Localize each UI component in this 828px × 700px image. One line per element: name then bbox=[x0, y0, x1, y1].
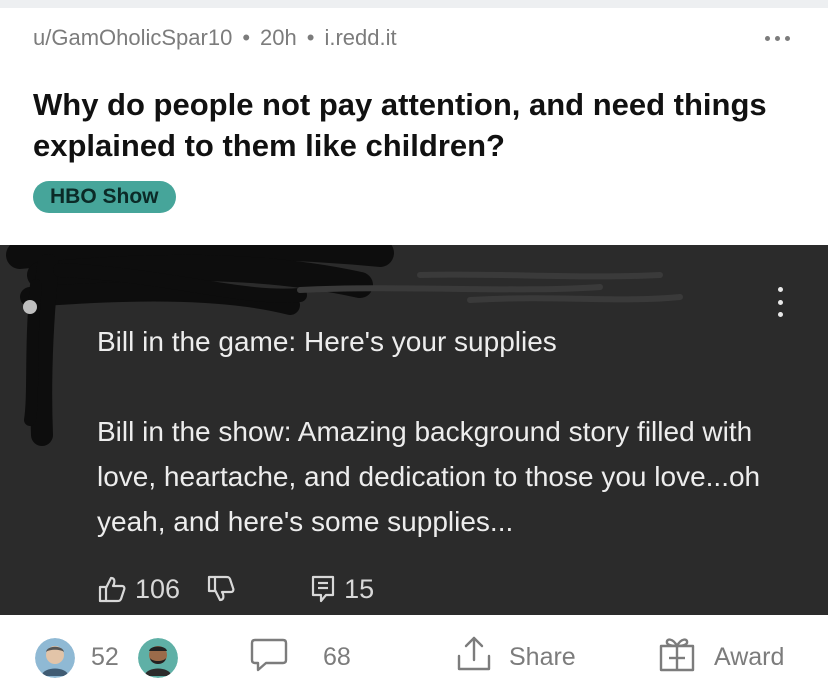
kebab-icon bbox=[776, 287, 784, 317]
top-strip bbox=[0, 0, 828, 8]
award-label: Award bbox=[714, 643, 785, 671]
like-count: 106 bbox=[135, 573, 181, 604]
action-bar: 52 68 Share Award bbox=[0, 615, 828, 700]
comment-count: 68 bbox=[323, 643, 351, 671]
comments-button[interactable] bbox=[249, 615, 289, 700]
upvote-button[interactable] bbox=[35, 615, 75, 700]
flair-badge[interactable]: HBO Show bbox=[33, 181, 176, 213]
reply-count: 15 bbox=[344, 573, 375, 604]
comment-icon bbox=[249, 634, 289, 681]
vote-count: 52 bbox=[91, 643, 119, 671]
reply-icon bbox=[310, 574, 336, 604]
comment-text: Bill in the game: Here's your supplies B… bbox=[97, 326, 761, 537]
share-label: Share bbox=[509, 643, 576, 671]
award-icon bbox=[658, 634, 696, 681]
more-options-icon[interactable] bbox=[760, 26, 794, 50]
thumbs-down-icon bbox=[206, 574, 236, 604]
post-image[interactable]: Bill in the game: Here's your supplies B… bbox=[0, 245, 828, 615]
share-icon bbox=[455, 634, 493, 681]
post-meta: u/GamOholicSpar10 • 20h • i.redd.it bbox=[33, 22, 397, 54]
post-title[interactable]: Why do people not pay attention, and nee… bbox=[33, 84, 793, 166]
upvote-avatar-icon bbox=[35, 637, 75, 678]
downvote-button[interactable] bbox=[138, 615, 178, 700]
meta-separator: • bbox=[306, 25, 315, 50]
domain-link[interactable]: i.redd.it bbox=[324, 25, 396, 51]
author-link[interactable]: u/GamOholicSpar10 bbox=[33, 25, 232, 51]
award-button[interactable]: Award bbox=[658, 615, 784, 700]
post-age: 20h bbox=[260, 25, 297, 50]
comment-actions: 106 15 bbox=[97, 571, 374, 607]
meta-separator: • bbox=[242, 25, 251, 50]
thumbs-up-icon bbox=[97, 574, 127, 604]
downvote-avatar-icon bbox=[138, 637, 178, 678]
share-button[interactable]: Share bbox=[455, 615, 576, 700]
